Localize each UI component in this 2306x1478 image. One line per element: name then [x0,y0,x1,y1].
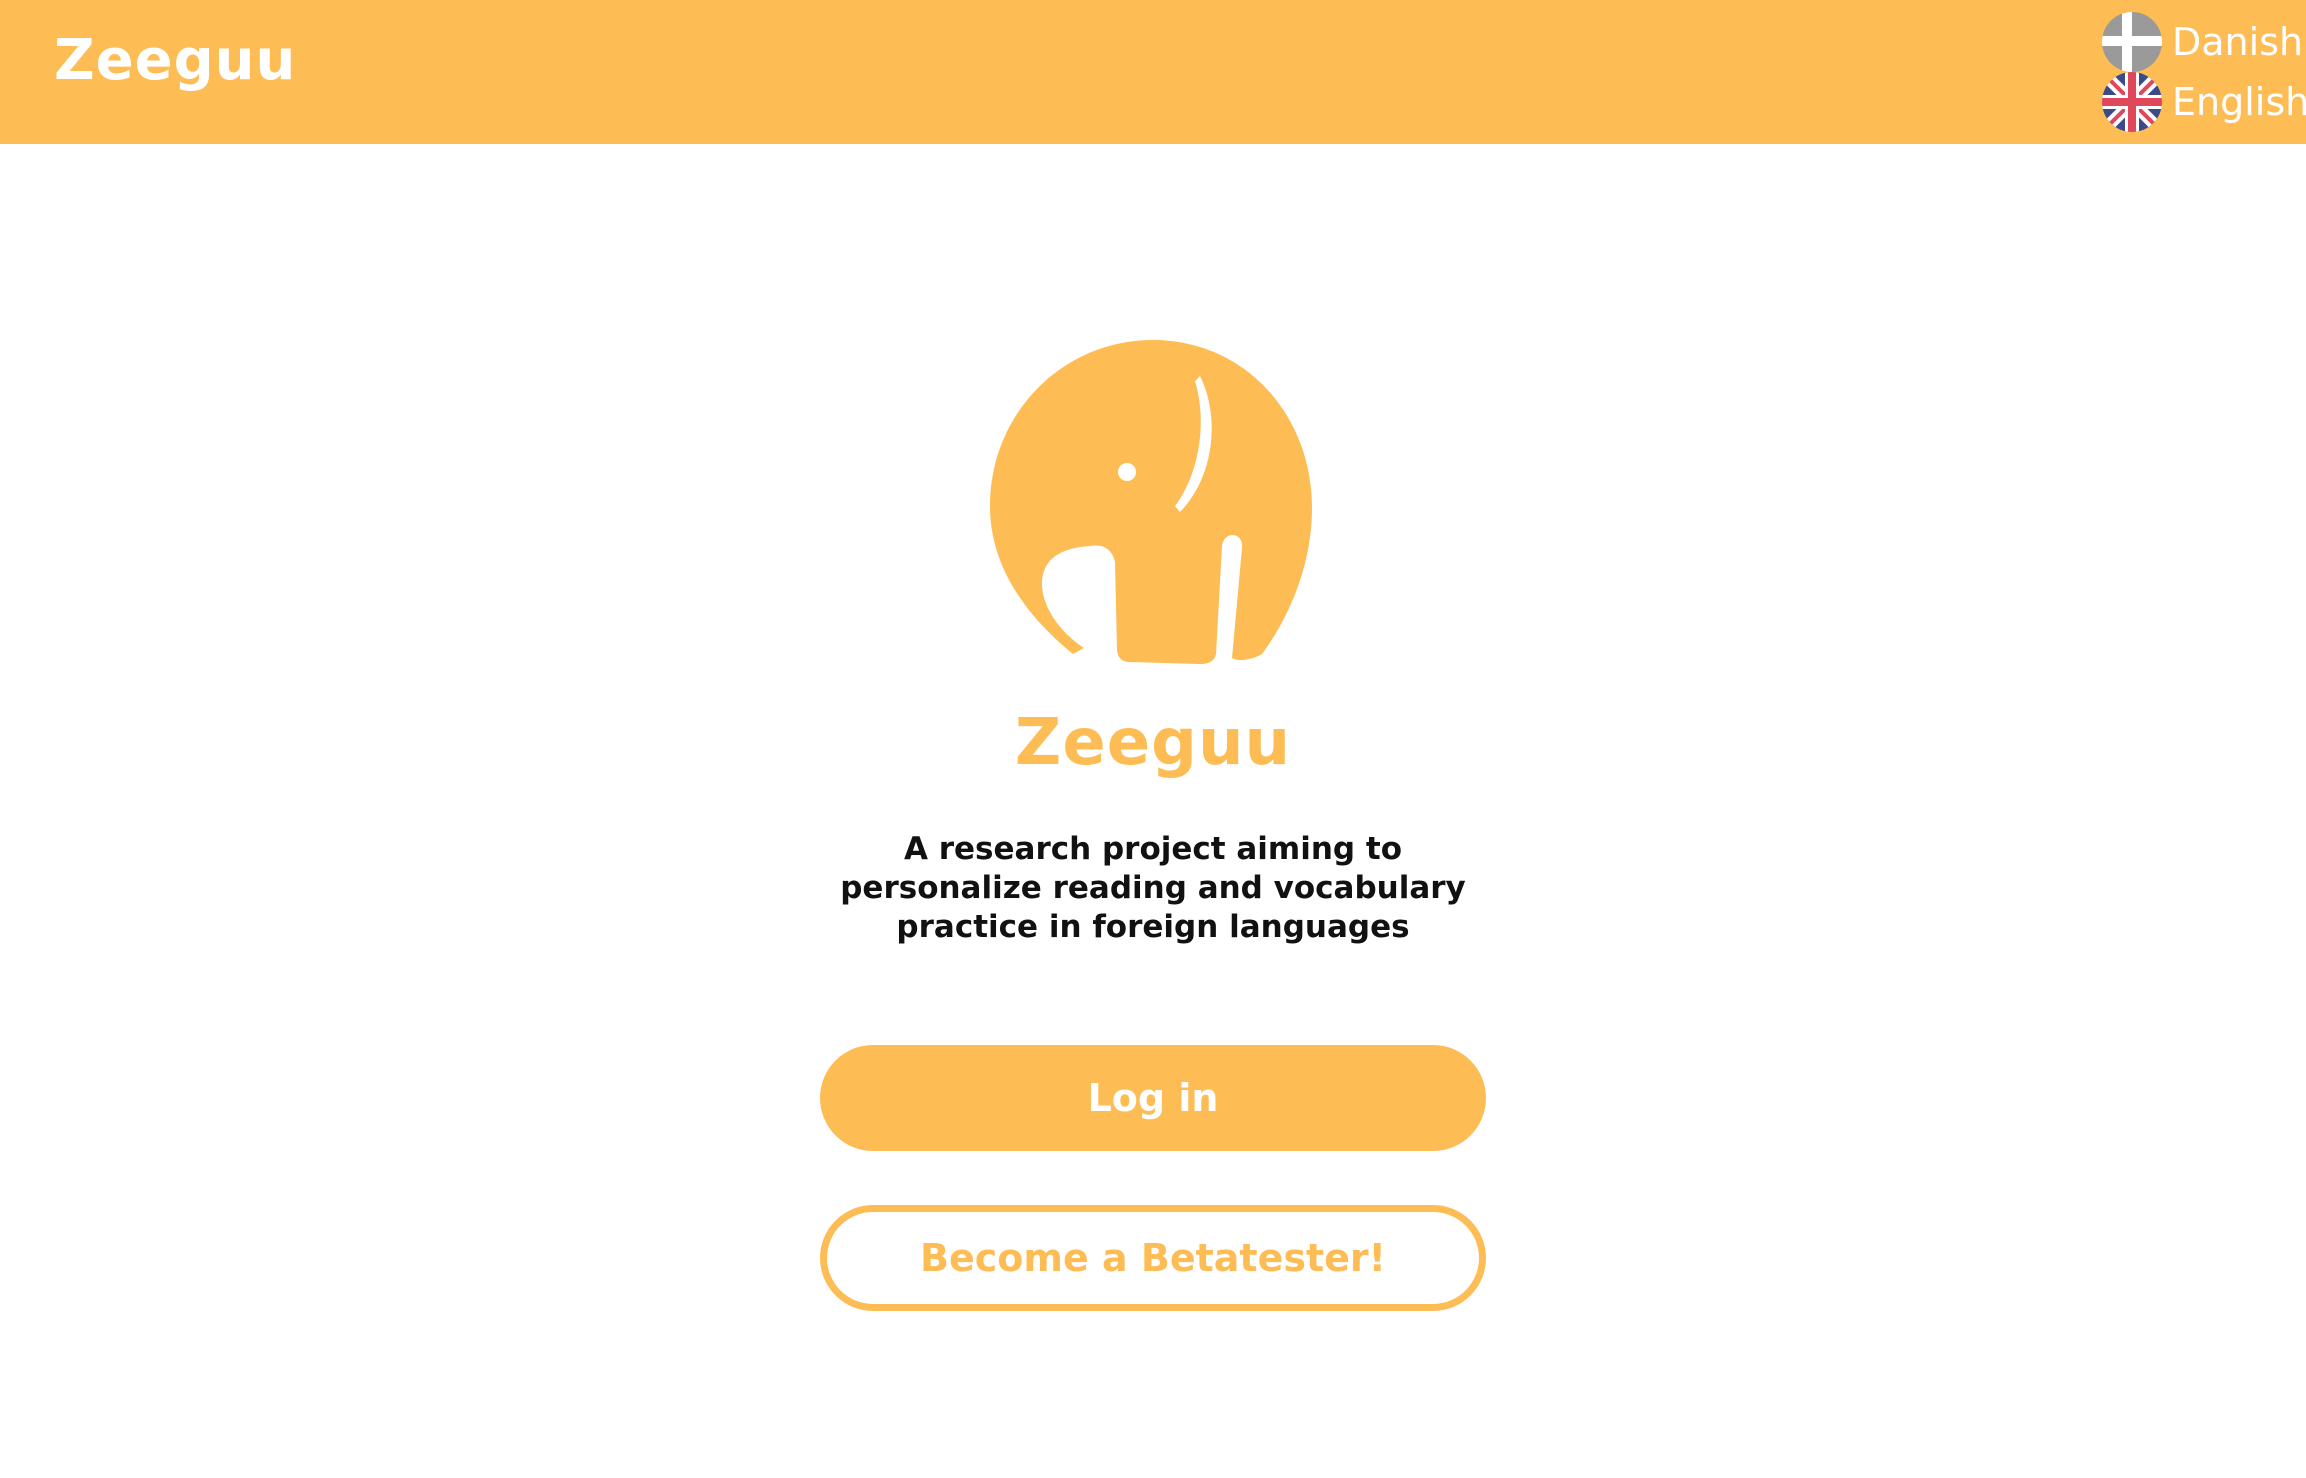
tagline-text: A research project aiming to personalize… [840,831,1466,945]
uk-flag-icon [2102,72,2162,132]
brand-logo-text[interactable]: Zeeguu [54,28,296,93]
elephant-logo-icon [990,336,1320,666]
language-option-danish[interactable]: Danish [2102,12,2306,72]
language-option-english[interactable]: English [2102,72,2306,132]
login-button[interactable]: Log in [820,1045,1486,1151]
language-label-english: English [2172,80,2306,124]
become-betatester-button[interactable]: Become a Betatester! [820,1205,1486,1311]
top-bar: Zeeguu Danish English [0,0,2306,144]
app-title: Zeeguu [1014,706,1292,780]
language-label-danish: Danish [2172,20,2304,64]
danish-flag-icon [2102,12,2162,72]
